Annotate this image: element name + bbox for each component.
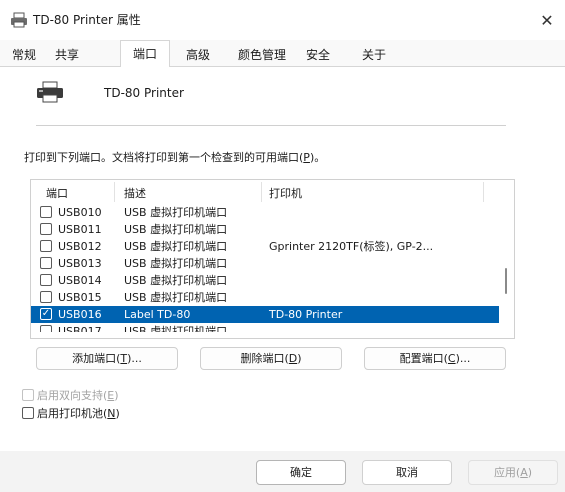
tab-strip: 常规 共享 端口 高级 颜色管理 安全 关于 xyxy=(0,40,565,67)
cancel-button[interactable]: 取消 xyxy=(362,460,452,485)
title-bar: TD-80 Printer 属性 ✕ xyxy=(0,0,565,40)
tab-ports[interactable]: 端口 xyxy=(120,40,170,67)
port-row[interactable]: USB014 USB 虚拟打印机端口 xyxy=(31,272,501,289)
tab-security[interactable]: 安全 xyxy=(296,44,340,66)
column-header-port[interactable]: 端口 xyxy=(46,185,68,201)
port-description: Label TD-80 xyxy=(124,308,191,321)
close-icon: ✕ xyxy=(540,10,554,30)
port-name: USB016 xyxy=(58,308,102,321)
printer-name: TD-80 Printer xyxy=(104,86,184,100)
port-checkbox[interactable] xyxy=(40,274,52,286)
port-name: USB015 xyxy=(58,291,102,304)
printer-properties-window: TD-80 Printer 属性 ✕ 常规 共享 端口 高级 颜色管理 安全 关… xyxy=(0,0,565,492)
column-divider[interactable] xyxy=(483,182,484,202)
port-row[interactable]: USB010 USB 虚拟打印机端口 xyxy=(31,204,501,221)
port-row[interactable]: USB013 USB 虚拟打印机端口 xyxy=(31,255,501,272)
port-list-header: 端口 描述 打印机 xyxy=(31,180,514,204)
port-checkbox[interactable] xyxy=(40,257,52,269)
port-description: USB 虚拟打印机端口 xyxy=(124,291,228,304)
column-divider[interactable] xyxy=(114,182,115,202)
port-description: USB 虚拟打印机端口 xyxy=(124,274,228,287)
port-printer: TD-80 Printer xyxy=(269,308,343,321)
tab-sharing[interactable]: 共享 xyxy=(50,44,84,66)
port-description: USB 虚拟打印机端口 xyxy=(124,240,228,253)
port-row[interactable]: USB011 USB 虚拟打印机端口 xyxy=(31,221,501,238)
ports-page: TD-80 Printer 打印到下列端口。文档将打印到第一个检查到的可用端口(… xyxy=(0,66,565,451)
port-checkbox[interactable] xyxy=(40,223,52,235)
tab-about[interactable]: 关于 xyxy=(352,44,396,66)
port-checkbox[interactable] xyxy=(40,291,52,303)
delete-port-button[interactable]: 删除端口(D) xyxy=(200,347,342,370)
printer-pool-checkbox[interactable]: 启用打印机池(N) xyxy=(22,407,120,421)
port-row[interactable]: USB012 USB 虚拟打印机端口 Gprinter 2120TF(标签), … xyxy=(31,238,501,255)
column-header-printer[interactable]: 打印机 xyxy=(269,185,302,201)
tab-color-management[interactable]: 颜色管理 xyxy=(230,44,294,66)
port-name: USB012 xyxy=(58,240,102,253)
column-divider[interactable] xyxy=(261,182,262,202)
port-row[interactable]: USB017 USB 虚拟打印机端口 xyxy=(31,323,501,332)
port-row-selected[interactable]: ✓ USB016 Label TD-80 TD-80 Printer xyxy=(31,306,501,323)
window-title: TD-80 Printer 属性 xyxy=(33,13,141,27)
port-checkbox[interactable] xyxy=(40,206,52,218)
port-name: USB010 xyxy=(58,206,102,219)
port-instruction: 打印到下列端口。文档将打印到第一个检查到的可用端口(P)。 xyxy=(24,151,326,164)
port-description: USB 虚拟打印机端口 xyxy=(124,206,228,219)
port-checkbox[interactable] xyxy=(40,240,52,252)
tab-general[interactable]: 常规 xyxy=(6,44,42,66)
port-checkbox[interactable] xyxy=(40,325,52,332)
port-description: USB 虚拟打印机端口 xyxy=(124,223,228,236)
checkbox-box xyxy=(22,389,34,401)
port-name: USB013 xyxy=(58,257,102,270)
port-printer: Gprinter 2120TF(标签), GP-2... xyxy=(269,240,434,253)
bidirectional-support-checkbox: 启用双向支持(E) xyxy=(22,389,119,403)
dialog-footer: 确定 取消 应用(A) xyxy=(0,451,565,492)
configure-port-button[interactable]: 配置端口(C)... xyxy=(364,347,506,370)
port-checkbox-checked[interactable]: ✓ xyxy=(40,308,52,320)
ok-button[interactable]: 确定 xyxy=(256,460,346,485)
column-header-description[interactable]: 描述 xyxy=(124,185,146,201)
port-row[interactable]: USB015 USB 虚拟打印机端口 xyxy=(31,289,501,306)
printer-icon xyxy=(11,12,27,28)
port-name: USB011 xyxy=(58,223,102,236)
port-description: USB 虚拟打印机端口 xyxy=(124,257,228,270)
port-description: USB 虚拟打印机端口 xyxy=(124,325,228,332)
checkbox-box[interactable] xyxy=(22,407,34,419)
scrollbar-thumb[interactable] xyxy=(505,268,507,294)
port-list-scrollbar[interactable] xyxy=(499,180,514,338)
port-list[interactable]: 端口 描述 打印机 USB010 USB 虚拟打印机端口 USB011 USB … xyxy=(30,179,515,339)
port-rows: USB010 USB 虚拟打印机端口 USB011 USB 虚拟打印机端口 US… xyxy=(31,204,501,332)
separator xyxy=(36,125,506,126)
port-name: USB014 xyxy=(58,274,102,287)
port-name: USB017 xyxy=(58,325,102,332)
apply-button: 应用(A) xyxy=(468,460,558,485)
add-port-button[interactable]: 添加端口(T)... xyxy=(36,347,178,370)
close-button[interactable]: ✕ xyxy=(529,0,565,40)
printer-large-icon xyxy=(37,81,63,103)
tab-advanced[interactable]: 高级 xyxy=(178,44,218,66)
